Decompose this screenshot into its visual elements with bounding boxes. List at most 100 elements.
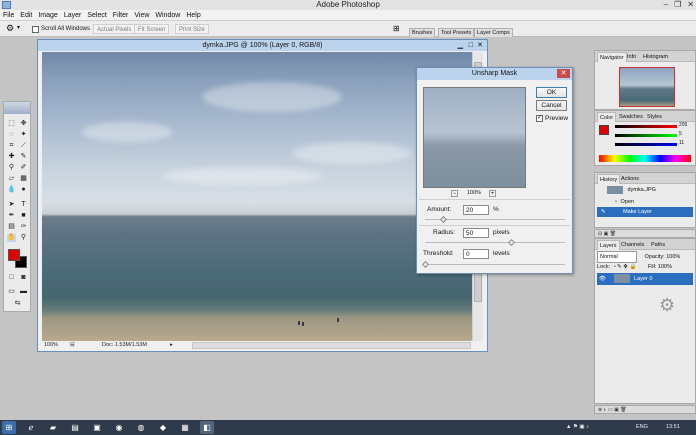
screen-mode-full-icon[interactable]: ▬ [19, 288, 28, 296]
amount-slider[interactable] [425, 215, 565, 224]
document-title-bar[interactable]: dymka.JPG @ 100% (Layer 0, RGB/8) ▁ □ ✕ [38, 40, 487, 51]
zoom-out-button[interactable]: − [451, 190, 458, 197]
taskbar-app-icon[interactable]: ◆ [156, 421, 170, 434]
amount-input[interactable]: 20 [463, 205, 489, 215]
well-tab-tool-presets[interactable]: Tool Presets [438, 28, 475, 37]
preview-check-box[interactable]: ✓ [536, 115, 543, 122]
menu-help[interactable]: Help [186, 12, 200, 19]
tab-history[interactable]: History [597, 174, 621, 184]
maximize-button[interactable]: ❐ [674, 0, 681, 10]
well-tab-brushes[interactable]: Brushes [409, 28, 436, 37]
blur-tool-icon[interactable]: 💧 [7, 186, 16, 194]
layer-row-selected[interactable]: 👁 Layer 0 [597, 273, 693, 285]
taskbar-app-icon[interactable]: ▣ [90, 421, 104, 434]
move-tool-icon[interactable]: ✥ [19, 120, 28, 128]
doc-close-icon[interactable]: ✕ [477, 40, 483, 51]
tab-layers[interactable]: Layers [597, 240, 620, 250]
crop-tool-icon[interactable]: ⌗ [7, 142, 16, 150]
tab-info[interactable]: Info [625, 52, 638, 62]
tab-navigator[interactable]: Navigator [597, 52, 627, 62]
menu-edit[interactable]: Edit [20, 12, 32, 19]
filter-preview-image[interactable] [423, 87, 526, 188]
taskbar-app-icon[interactable]: ◍ [134, 421, 148, 434]
green-value[interactable]: 5 [679, 131, 682, 137]
checkbox-box[interactable] [32, 25, 39, 33]
layer-visibility-eye-icon[interactable]: 👁 [599, 276, 606, 282]
tray-language[interactable]: ENG [636, 420, 648, 435]
document-zoom-level[interactable]: 100% [44, 341, 58, 350]
zoom-in-button[interactable]: + [489, 190, 496, 197]
history-snapshot-row[interactable]: dymka.JPG [597, 185, 693, 195]
notes-tool-icon[interactable]: ▤ [7, 223, 16, 231]
taskbar-ie-icon[interactable]: ℯ [24, 421, 38, 434]
color-fg-swatch[interactable] [599, 125, 609, 135]
type-tool-icon[interactable]: T [19, 201, 28, 209]
fit-screen-button[interactable]: Fit Screen [134, 24, 170, 34]
tray-clock[interactable]: 13:51 [666, 420, 680, 435]
doc-minimize-icon[interactable]: ▁ [458, 40, 463, 51]
palette-well-icon[interactable]: ⊞ [393, 24, 400, 33]
status-info-chevron-icon[interactable]: ▸ [170, 341, 173, 350]
menu-view[interactable]: View [134, 12, 149, 19]
tab-histogram[interactable]: Histogram [641, 52, 670, 62]
amount-slider-knob[interactable] [439, 215, 448, 224]
dodge-tool-icon[interactable]: ● [19, 186, 28, 194]
foreground-color-swatch[interactable] [8, 249, 20, 261]
start-button-icon[interactable]: ⊞ [2, 421, 16, 434]
gradient-tool-icon[interactable]: ▦ [19, 175, 28, 183]
red-slider[interactable] [615, 125, 677, 128]
menu-layer[interactable]: Layer [64, 12, 82, 19]
taskbar-photoshop-icon[interactable]: ◧ [200, 421, 214, 434]
actual-pixels-button[interactable]: Actual Pixels [93, 24, 136, 34]
hand-tool-icon[interactable]: ✋ [7, 234, 16, 242]
minimize-button[interactable]: – [664, 0, 668, 10]
slice-tool-icon[interactable]: ⟋ [19, 142, 28, 150]
magic-wand-tool-icon[interactable]: ✦ [19, 131, 28, 139]
tool-preset-chevron-icon[interactable]: ▾ [17, 24, 20, 31]
doc-maximize-icon[interactable]: □ [469, 40, 473, 51]
tab-styles[interactable]: Styles [645, 112, 664, 122]
screen-mode-standard-icon[interactable]: ▭ [7, 288, 16, 296]
preview-checkbox[interactable]: ✓ Preview [536, 115, 568, 122]
dialog-close-button[interactable]: ✕ [557, 69, 570, 78]
radius-slider-knob[interactable] [507, 238, 516, 247]
opacity-value[interactable]: 100% [666, 254, 680, 260]
threshold-slider-knob[interactable] [421, 260, 430, 269]
healing-brush-tool-icon[interactable]: ✚ [7, 153, 16, 161]
document-horizontal-scrollbar[interactable] [192, 342, 471, 349]
history-item-selected[interactable]: ✎ Make Layer [597, 207, 693, 217]
tray-icons[interactable]: ▲ ⚑ ▣ ♪ [566, 420, 589, 435]
settings-gear-icon[interactable]: ⚙ [659, 295, 675, 316]
lasso-tool-icon[interactable]: ◌ [7, 131, 16, 139]
taskbar-app-icon[interactable]: ▦ [178, 421, 192, 434]
pen-tool-icon[interactable]: ✒ [7, 212, 16, 220]
navigator-thumbnail[interactable] [619, 67, 675, 107]
radius-input[interactable]: 50 [463, 228, 489, 238]
quick-mask-mode-icon[interactable]: ◙ [19, 274, 28, 282]
lock-icons[interactable]: ▫ ✎ ✥ 🔒 [614, 264, 637, 270]
dialog-title-bar[interactable]: Unsharp Mask ✕ [417, 68, 572, 80]
close-window-button[interactable]: ✕ [687, 0, 694, 10]
ok-button[interactable]: OK [536, 87, 567, 98]
cancel-button[interactable]: Cancel [536, 100, 567, 111]
well-tab-layer-comps[interactable]: Layer Comps [474, 28, 513, 37]
path-selection-tool-icon[interactable]: ➤ [7, 201, 16, 209]
zoom-tool-icon[interactable]: ⚙ [6, 23, 14, 34]
shape-tool-icon[interactable]: ■ [19, 212, 28, 220]
jump-to-imageready-icon[interactable]: ⇆ [13, 300, 22, 308]
tab-color[interactable]: Color [597, 112, 617, 122]
taskbar-chrome-icon[interactable]: ◉ [112, 421, 126, 434]
history-brush-tool-icon[interactable]: ✐ [19, 164, 28, 172]
status-menu-icon[interactable]: ⊟ [70, 341, 75, 350]
marquee-tool-icon[interactable]: ⬚ [7, 120, 16, 128]
scroll-all-windows-checkbox[interactable]: Scroll All Windows [32, 24, 90, 34]
green-slider[interactable] [615, 134, 677, 137]
menu-filter[interactable]: Filter [113, 12, 129, 19]
toolbox-header[interactable] [4, 102, 30, 114]
menu-window[interactable]: Window [155, 12, 180, 19]
menu-image[interactable]: Image [38, 12, 57, 19]
taskbar-app-icon[interactable]: ▤ [68, 421, 82, 434]
eraser-tool-icon[interactable]: ▱ [7, 175, 16, 183]
image-canvas[interactable] [42, 52, 472, 341]
history-brush-source-icon[interactable]: ✎ [601, 209, 606, 215]
